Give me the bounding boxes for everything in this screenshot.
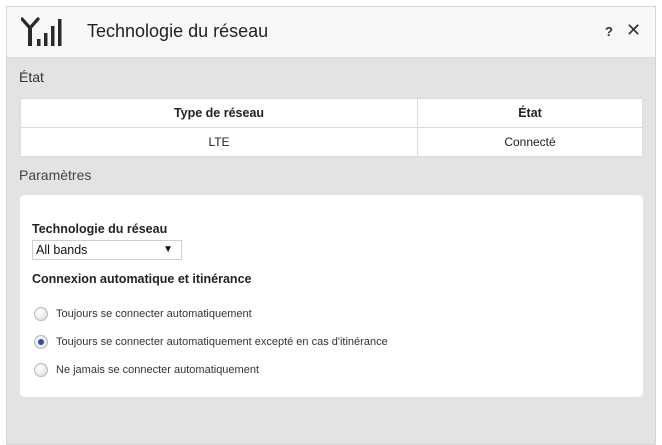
network-tech-value: All bands xyxy=(36,243,88,257)
cell-network-type: LTE xyxy=(20,127,418,157)
settings-section-label: Paramètres xyxy=(19,167,92,183)
table-header-row: Type de réseau État xyxy=(20,98,643,128)
radio-button[interactable] xyxy=(34,363,48,377)
dialog-title: Technologie du réseau xyxy=(87,21,269,41)
help-button[interactable]: ? xyxy=(605,24,613,39)
network-technology-dialog: Technologie du réseau ? ✕ État Type de r… xyxy=(6,6,656,445)
radio-label: Toujours se connecter automatiquement ex… xyxy=(56,336,388,348)
status-section-label: État xyxy=(19,69,44,85)
radio-button-selected[interactable] xyxy=(34,335,48,349)
title-bar: Technologie du réseau ? ✕ xyxy=(7,7,655,58)
status-table: Type de réseau État LTE Connecté xyxy=(20,98,643,157)
radio-label: Ne jamais se connecter automatiquement xyxy=(56,364,259,376)
close-button[interactable]: ✕ xyxy=(626,21,641,39)
column-header-state: État xyxy=(417,98,643,128)
network-tech-label: Technologie du réseau xyxy=(32,222,168,236)
triangle-down-icon: ▼ xyxy=(163,244,173,255)
network-tech-select[interactable]: All bands ▼ xyxy=(32,240,182,260)
signal-strength-icon xyxy=(21,17,62,46)
settings-panel: Technologie du réseau All bands ▼ Connex… xyxy=(20,195,643,397)
cell-state: Connecté xyxy=(417,127,643,157)
table-row: LTE Connecté xyxy=(20,127,643,157)
auto-connect-label: Connexion automatique et itinérance xyxy=(32,272,252,286)
column-header-network-type: Type de réseau xyxy=(20,98,418,128)
radio-button[interactable] xyxy=(34,307,48,321)
radio-label: Toujours se connecter automatiquement xyxy=(56,308,252,320)
